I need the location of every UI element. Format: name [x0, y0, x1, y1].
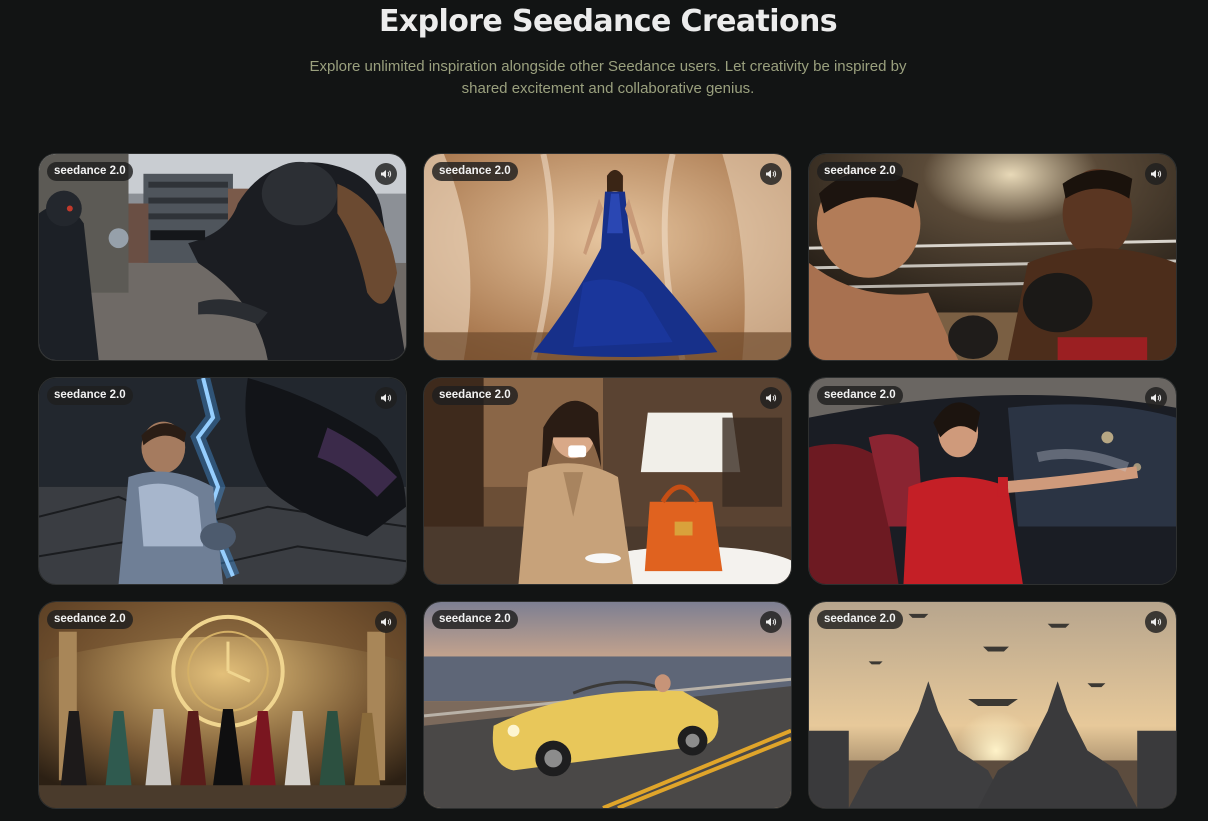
- model-badge: seedance 2.0: [817, 386, 903, 405]
- model-badge: seedance 2.0: [432, 610, 518, 629]
- speaker-icon: [381, 394, 392, 402]
- sound-toggle-button[interactable]: [1145, 387, 1167, 409]
- video-thumbnail: [424, 602, 791, 808]
- speaker-icon: [381, 170, 392, 178]
- speaker-icon: [1151, 170, 1162, 178]
- creation-card[interactable]: seedance 2.0: [808, 153, 1177, 361]
- model-badge: seedance 2.0: [432, 386, 518, 405]
- page-subtitle: Explore unlimited inspiration alongside …: [309, 58, 907, 97]
- speaker-icon: [766, 170, 777, 178]
- creation-card[interactable]: seedance 2.0: [38, 153, 407, 361]
- video-thumbnail: [39, 602, 406, 808]
- model-badge: seedance 2.0: [47, 162, 133, 181]
- model-badge: seedance 2.0: [47, 610, 133, 629]
- video-thumbnail: [39, 154, 406, 360]
- video-thumbnail: [39, 378, 406, 584]
- sound-toggle-button[interactable]: [760, 387, 782, 409]
- video-thumbnail: [424, 378, 791, 584]
- video-thumbnail: [424, 154, 791, 360]
- sound-toggle-button[interactable]: [760, 611, 782, 633]
- creation-card[interactable]: seedance 2.0: [423, 377, 792, 585]
- model-badge: seedance 2.0: [817, 162, 903, 181]
- creation-card[interactable]: seedance 2.0: [38, 377, 407, 585]
- speaker-icon: [381, 618, 392, 626]
- sound-toggle-button[interactable]: [375, 611, 397, 633]
- creation-card[interactable]: seedance 2.0: [38, 601, 407, 809]
- speaker-icon: [766, 394, 777, 402]
- creation-card[interactable]: seedance 2.0: [808, 377, 1177, 585]
- creation-card[interactable]: seedance 2.0: [423, 153, 792, 361]
- video-thumbnail: [809, 378, 1176, 584]
- sound-toggle-button[interactable]: [760, 163, 782, 185]
- page-title: Explore Seedance Creations: [379, 4, 838, 39]
- creation-card[interactable]: seedance 2.0: [423, 601, 792, 809]
- creation-card[interactable]: seedance 2.0: [808, 601, 1177, 809]
- speaker-icon: [1151, 394, 1162, 402]
- video-thumbnail: [809, 154, 1176, 360]
- sound-toggle-button[interactable]: [1145, 163, 1167, 185]
- video-thumbnail: [809, 602, 1176, 808]
- model-badge: seedance 2.0: [817, 610, 903, 629]
- model-badge: seedance 2.0: [47, 386, 133, 405]
- model-badge: seedance 2.0: [432, 162, 518, 181]
- sound-toggle-button[interactable]: [1145, 611, 1167, 633]
- speaker-icon: [766, 618, 777, 626]
- sound-toggle-button[interactable]: [375, 387, 397, 409]
- speaker-icon: [1151, 618, 1162, 626]
- sound-toggle-button[interactable]: [375, 163, 397, 185]
